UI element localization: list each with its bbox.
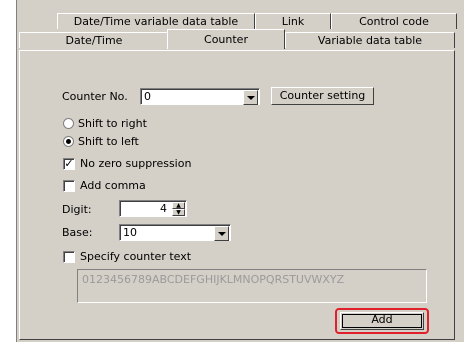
- specify-counter-text-checkbox[interactable]: [63, 251, 75, 263]
- tab-datetime[interactable]: Date/Time: [19, 32, 169, 48]
- no-zero-suppression-label: No zero suppression: [80, 157, 192, 170]
- counter-text-value: 0123456789ABCDEFGHIJKLMNOPQRSTUVWXYZ: [82, 273, 345, 286]
- digit-spinner[interactable]: 4 ▲ ▼: [119, 200, 187, 217]
- add-button[interactable]: Add: [340, 312, 424, 330]
- shift-right-label: Shift to right: [78, 117, 147, 130]
- shift-left-radio[interactable]: [63, 136, 74, 147]
- tab-counter[interactable]: Counter: [167, 29, 285, 49]
- tab-control-code[interactable]: Control code: [331, 13, 457, 29]
- shift-left-label: Shift to left: [78, 135, 139, 148]
- add-comma-label: Add comma: [80, 179, 146, 192]
- digit-value: 4: [160, 202, 167, 215]
- tab-variable-data-table[interactable]: Variable data table: [285, 32, 455, 48]
- spin-up-icon[interactable]: ▲: [172, 202, 185, 209]
- base-value: 10: [123, 226, 137, 239]
- counter-no-select[interactable]: 0: [140, 88, 260, 105]
- counter-text-field[interactable]: 0123456789ABCDEFGHIJKLMNOPQRSTUVWXYZ: [77, 269, 427, 303]
- radio-selected-icon: [66, 139, 71, 144]
- counter-panel: Counter No. 0 Counter setting Shift to r…: [19, 50, 455, 340]
- counter-no-value: 0: [144, 90, 151, 103]
- no-zero-suppression-checkbox[interactable]: ✓: [63, 158, 75, 170]
- specify-counter-text-label: Specify counter text: [80, 250, 192, 263]
- add-comma-checkbox[interactable]: [63, 180, 75, 192]
- counter-setting-button[interactable]: Counter setting: [271, 87, 374, 105]
- tab-datetime-variable-data-table[interactable]: Date/Time variable data table: [57, 13, 255, 29]
- base-label: Base:: [62, 226, 93, 239]
- chevron-down-icon[interactable]: [214, 226, 229, 241]
- digit-label: Digit:: [62, 203, 92, 216]
- shift-right-radio[interactable]: [63, 118, 74, 129]
- base-select[interactable]: 10: [119, 224, 231, 241]
- counter-dialog: Date/Time variable data table Link Contr…: [16, 0, 464, 342]
- chevron-down-icon[interactable]: [243, 90, 258, 105]
- tab-link[interactable]: Link: [255, 13, 331, 29]
- counter-no-label: Counter No.: [62, 90, 128, 103]
- spin-down-icon[interactable]: ▼: [172, 209, 185, 216]
